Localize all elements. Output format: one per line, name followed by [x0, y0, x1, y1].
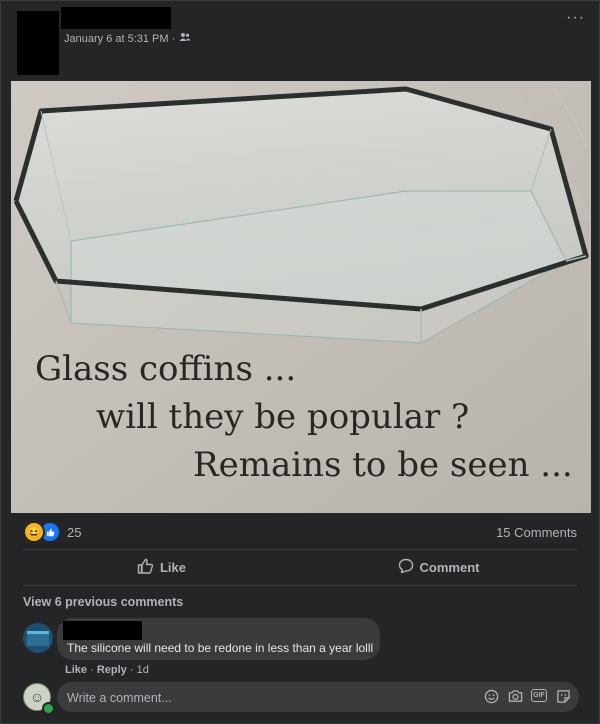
gif-icon[interactable]: GIF: [531, 689, 547, 702]
camera-icon[interactable]: [507, 688, 523, 704]
friends-icon: [179, 32, 191, 45]
comment-button[interactable]: Comment: [300, 552, 577, 582]
emoji-icon[interactable]: [483, 688, 499, 704]
comment-age[interactable]: 1d: [137, 664, 149, 676]
comment-text: The silicone will need to be redone in l…: [67, 641, 374, 655]
comment-label: Comment: [419, 559, 480, 575]
caption-line-1: Glass coffins ...: [35, 349, 297, 389]
more-options-button[interactable]: ···: [566, 10, 585, 26]
author-name-redacted[interactable]: [61, 7, 171, 29]
commenter-name-redacted[interactable]: [63, 621, 142, 640]
post-card: January 6 at 5:31 PM · ··· Glass coffins…: [0, 0, 600, 724]
like-button[interactable]: Like: [23, 552, 300, 582]
composer-tools: GIF: [483, 688, 571, 704]
caption-line-3: Remains to be seen ...: [193, 445, 573, 485]
reactions-count: 25: [67, 524, 82, 540]
commenter-avatar[interactable]: [23, 623, 53, 653]
divider: [23, 585, 577, 586]
post-meta: January 6 at 5:31 PM ·: [64, 32, 191, 45]
online-status-dot: [42, 702, 55, 715]
sticker-icon[interactable]: [555, 688, 571, 704]
comment-like-link[interactable]: Like: [65, 664, 87, 676]
divider: [23, 549, 577, 550]
comments-count-link[interactable]: 15 Comments: [496, 525, 577, 540]
comment-icon: [398, 558, 414, 577]
comment-meta: Like · Reply · 1d: [65, 664, 149, 676]
comment-reply-link[interactable]: Reply: [97, 664, 127, 676]
author-avatar-redacted[interactable]: [17, 11, 59, 75]
haha-reaction-icon: 😆: [23, 521, 45, 543]
post-actions: Like Comment: [23, 552, 577, 582]
reactions-summary: 😆 25 15 Comments: [23, 521, 577, 543]
like-label: Like: [159, 559, 186, 575]
post-photo[interactable]: Glass coffins ... will they be popular ?…: [11, 81, 591, 513]
reactions-count-group[interactable]: 😆 25: [23, 521, 81, 543]
post-timestamp[interactable]: January 6 at 5:31 PM ·: [64, 33, 175, 45]
caption-line-2: will they be popular ?: [96, 397, 470, 437]
view-previous-comments-link[interactable]: View 6 previous comments: [23, 595, 183, 609]
thumbs-up-icon: [137, 558, 154, 577]
write-comment-input[interactable]: [65, 687, 449, 709]
